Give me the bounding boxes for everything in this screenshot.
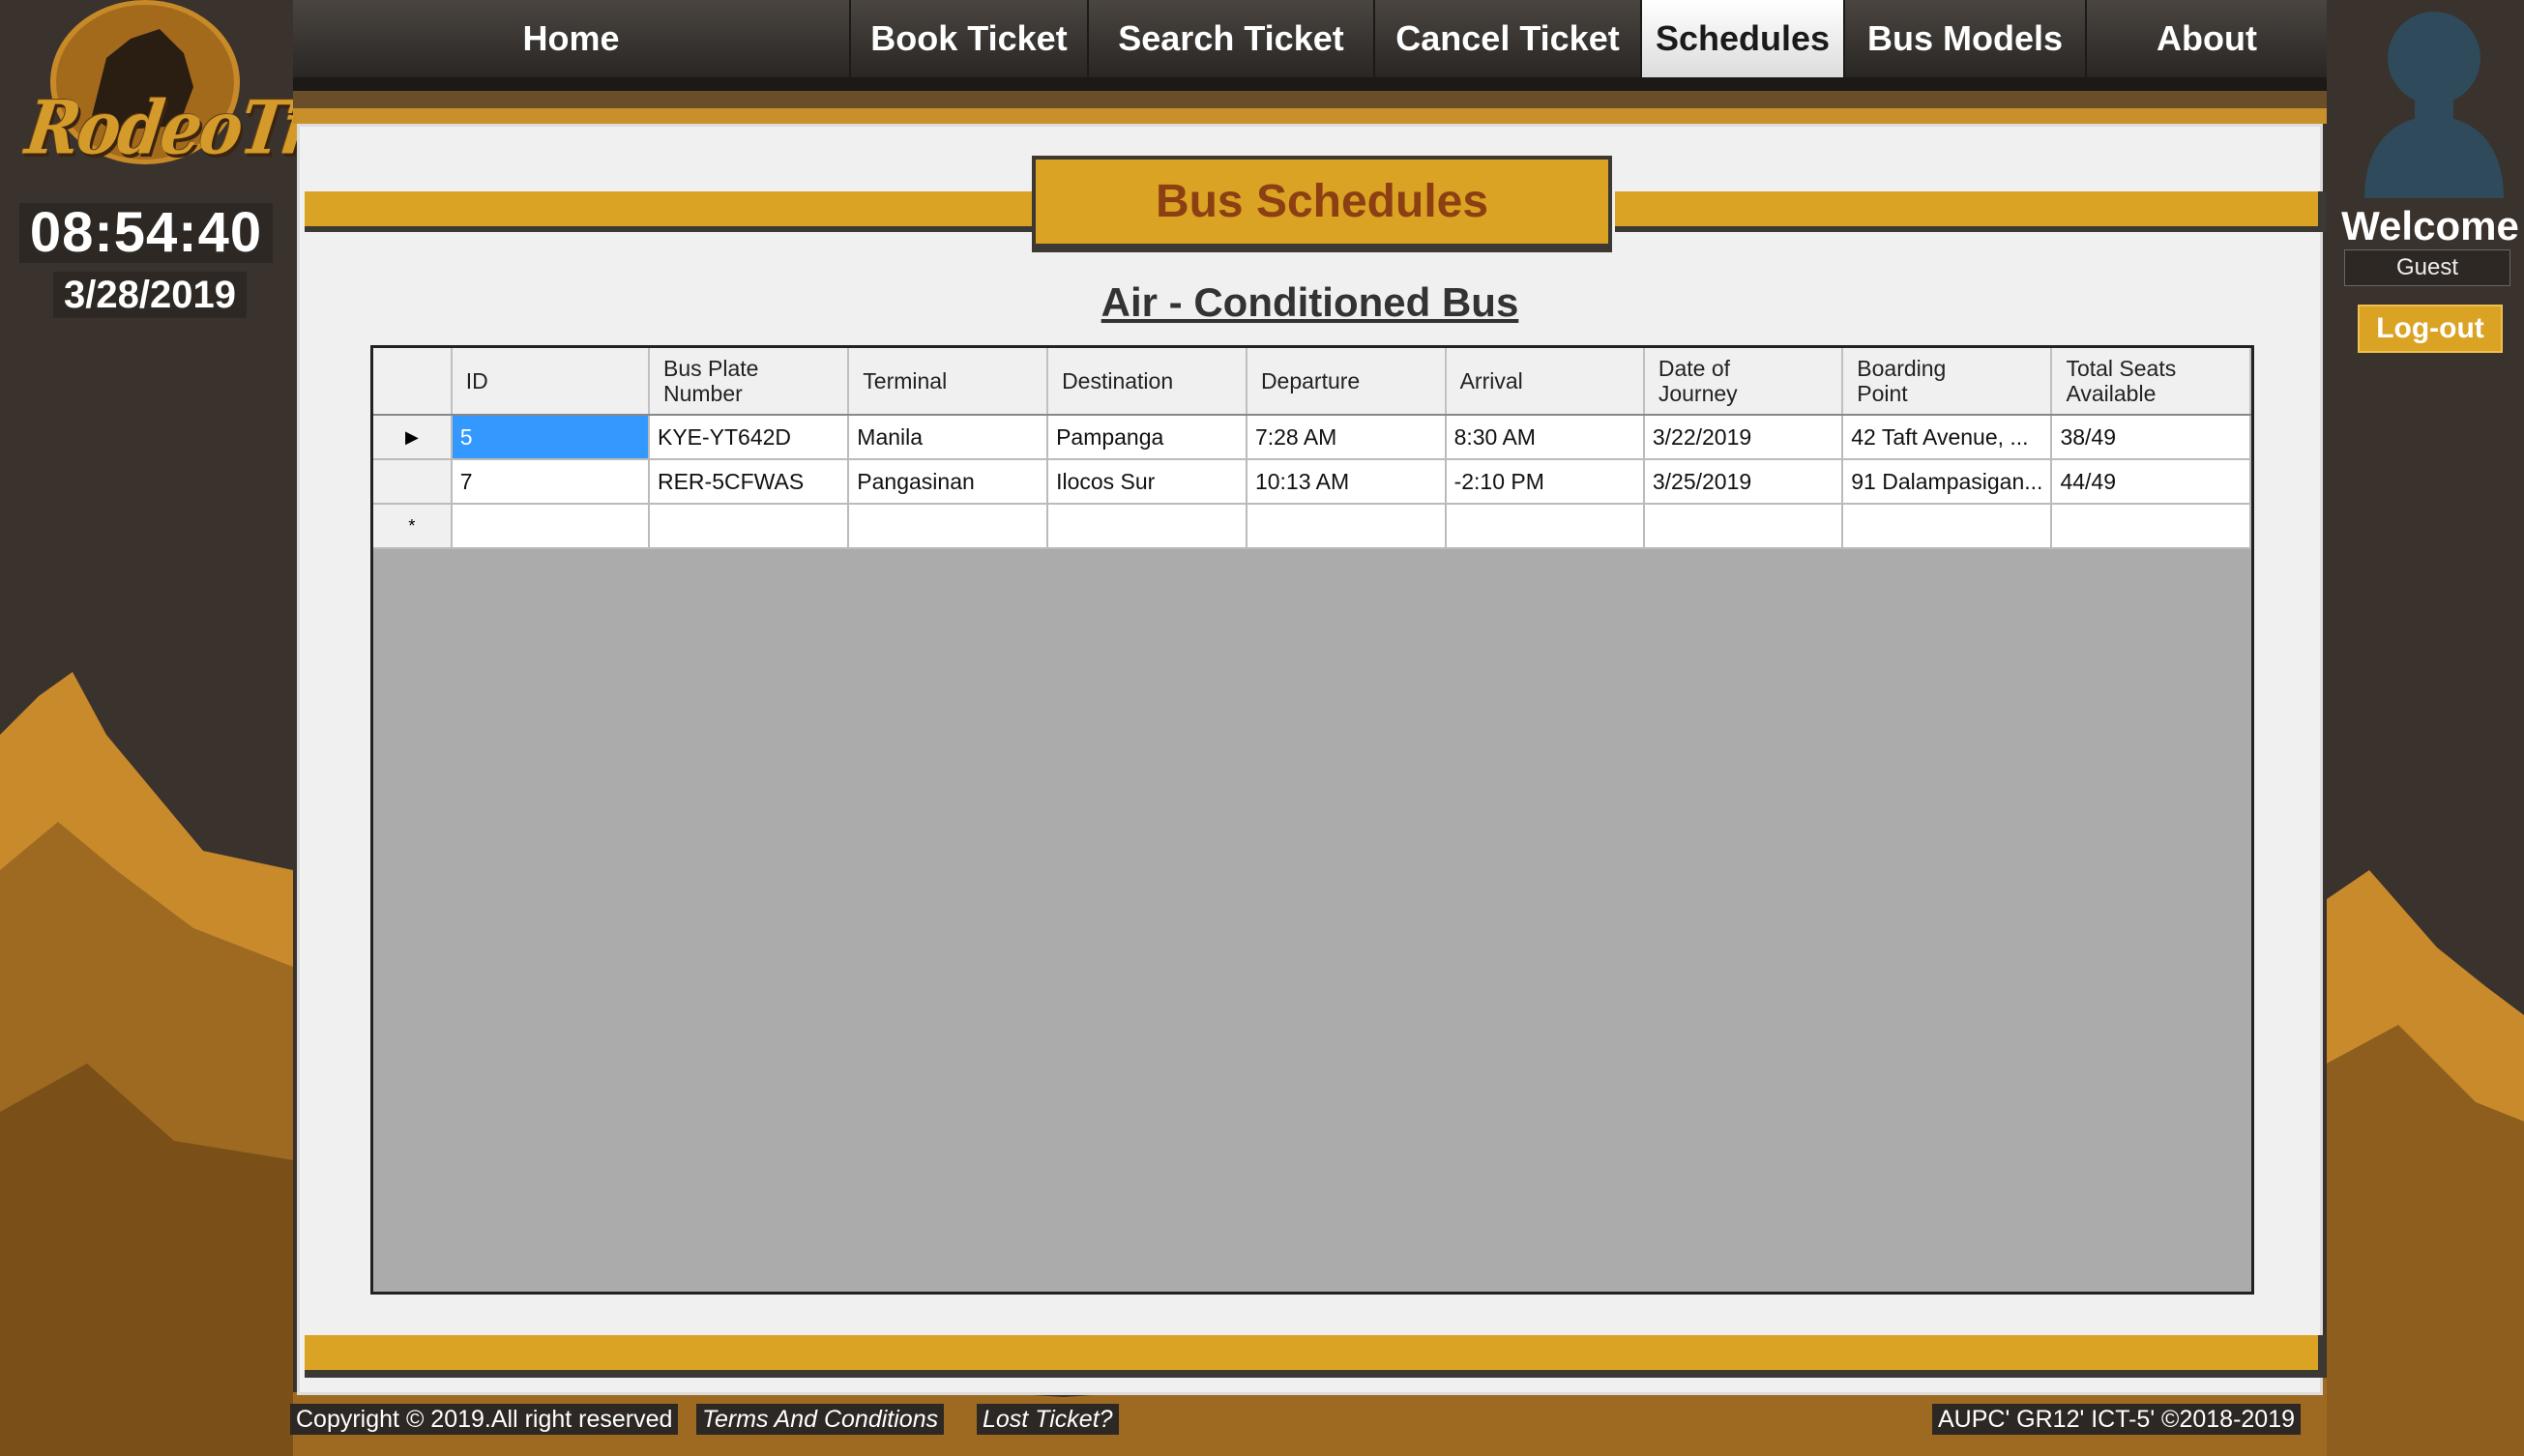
top-navigation: Home Book Ticket Search Ticket Cancel Ti…	[293, 0, 2327, 77]
grid-cell[interactable]: -2:10 PM	[1445, 459, 1645, 505]
grid-cell[interactable]	[2051, 504, 2251, 549]
table-row[interactable]: 7 RER-5CFWAS Pangasinan Ilocos Sur 10:13…	[373, 459, 2251, 505]
grid-cell[interactable]: 5	[451, 415, 650, 460]
row-header-corner	[373, 348, 453, 416]
grid-cell[interactable]: RER-5CFWAS	[648, 459, 850, 505]
grid-cell[interactable]	[1643, 504, 1844, 549]
clock: 08:54:40	[19, 203, 273, 263]
grid-cell[interactable]: 7:28 AM	[1246, 415, 1447, 460]
grid-cell[interactable]: 10:13 AM	[1246, 459, 1447, 505]
logo-text: RodeoTrip	[20, 84, 385, 171]
grid-cell[interactable]: 8:30 AM	[1445, 415, 1645, 460]
lost-ticket-link[interactable]: Lost Ticket?	[977, 1404, 1119, 1435]
grid-cell[interactable]: 3/25/2019	[1643, 459, 1844, 505]
nav-home[interactable]: Home	[293, 0, 851, 77]
column-header[interactable]: ID	[451, 348, 650, 416]
column-header[interactable]: Arrival	[1445, 348, 1645, 416]
footer-bar	[305, 1335, 2326, 1378]
section-subtitle: Air - Conditioned Bus	[1101, 279, 1519, 325]
column-header[interactable]: Destination	[1047, 348, 1247, 416]
current-row-indicator[interactable]: ▶	[373, 415, 453, 460]
nav-schedules[interactable]: Schedules	[1642, 0, 1845, 77]
grid-cell[interactable]	[648, 504, 850, 549]
new-row-indicator[interactable]: *	[373, 504, 453, 549]
column-header[interactable]: Bus Plate Number	[648, 348, 850, 416]
nav-bus-models[interactable]: Bus Models	[1845, 0, 2087, 77]
page-title: Bus Schedules	[1032, 156, 1612, 252]
nav-cancel-ticket[interactable]: Cancel Ticket	[1375, 0, 1642, 77]
grid-cell[interactable]: Pampanga	[1047, 415, 1247, 460]
grid-cell[interactable]: Manila	[848, 415, 1049, 460]
grid-cell[interactable]	[1047, 504, 1247, 549]
grid-cell[interactable]: 42 Taft Avenue, ...	[1842, 415, 2053, 460]
date-display: 3/28/2019	[53, 272, 247, 318]
main-content: Bus Schedules Air - Conditioned Bus ID B…	[297, 124, 2326, 1395]
grid-cell[interactable]	[1842, 504, 2053, 549]
grid-cell[interactable]: 7	[451, 459, 650, 505]
nav-divider	[293, 108, 2327, 124]
column-header[interactable]: Boarding Point	[1842, 348, 2053, 416]
grid-cell[interactable]: 38/49	[2051, 415, 2251, 460]
nav-book-ticket[interactable]: Book Ticket	[851, 0, 1089, 77]
column-header[interactable]: Terminal	[848, 348, 1049, 416]
header-bar-right	[1615, 191, 2326, 232]
welcome-label: Welcome	[2341, 203, 2519, 248]
credits-text: AUPC' GR12' ICT-5' ©2018-2019	[1932, 1404, 2302, 1435]
grid-cell[interactable]: 44/49	[2051, 459, 2251, 505]
nav-about[interactable]: About	[2087, 0, 2327, 77]
column-header[interactable]: Date of Journey	[1643, 348, 1844, 416]
new-row[interactable]: *	[373, 504, 2251, 549]
copyright-text: Copyright © 2019.All right reserved	[290, 1404, 679, 1435]
grid-cell[interactable]: 3/22/2019	[1643, 415, 1844, 460]
grid-cell[interactable]	[451, 504, 650, 549]
schedule-grid[interactable]: ID Bus Plate Number Terminal Destination…	[370, 345, 2254, 1295]
grid-cell[interactable]	[1246, 504, 1447, 549]
user-avatar-icon	[2364, 12, 2504, 198]
grid-cell[interactable]: Pangasinan	[848, 459, 1049, 505]
grid-header-row: ID Bus Plate Number Terminal Destination…	[373, 348, 2251, 416]
left-panel: RodeoTrip 08:54:40 3/28/2019	[0, 0, 385, 1456]
grid-cell[interactable]	[1445, 504, 1645, 549]
grid-cell[interactable]: Ilocos Sur	[1047, 459, 1247, 505]
nav-divider	[293, 91, 2327, 108]
column-header[interactable]: Departure	[1246, 348, 1447, 416]
nav-divider	[293, 77, 2327, 91]
user-name: Guest	[2344, 249, 2510, 286]
logout-button[interactable]: Log-out	[2358, 305, 2503, 353]
row-header[interactable]	[373, 459, 453, 505]
grid-cell[interactable]: 91 Dalampasigan...	[1842, 459, 2053, 505]
grid-cell[interactable]	[848, 504, 1049, 549]
table-row[interactable]: ▶ 5 KYE-YT642D Manila Pampanga 7:28 AM 8…	[373, 415, 2251, 460]
terms-link[interactable]: Terms And Conditions	[696, 1404, 945, 1435]
grid-cell[interactable]: KYE-YT642D	[648, 415, 850, 460]
column-header[interactable]: Total Seats Available	[2051, 348, 2251, 416]
header-bar-left	[305, 191, 1038, 232]
nav-search-ticket[interactable]: Search Ticket	[1089, 0, 1375, 77]
